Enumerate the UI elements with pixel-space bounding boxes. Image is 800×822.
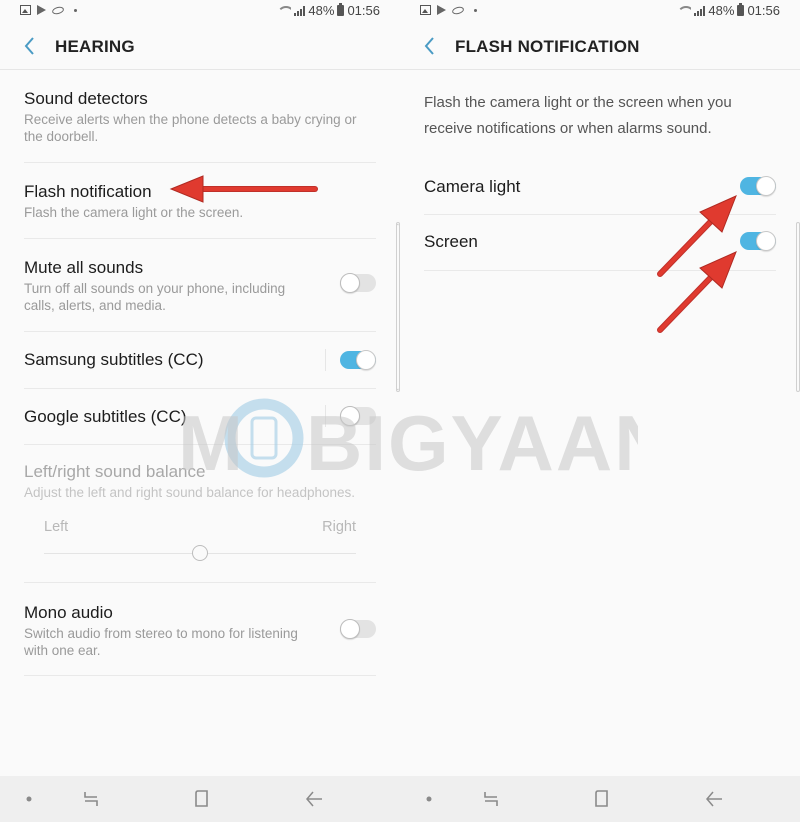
samsung-subtitles-item[interactable]: Samsung subtitles (CC): [24, 332, 376, 389]
item-title: Camera light: [424, 177, 521, 196]
clock: 01:56: [347, 3, 380, 18]
flash-notification-item[interactable]: Flash notification Flash the camera ligh…: [24, 163, 376, 239]
battery-percent: 48%: [308, 3, 335, 18]
item-title: Samsung subtitles (CC): [24, 350, 204, 369]
screen-item[interactable]: Screen: [424, 215, 776, 271]
back-icon: [306, 791, 322, 807]
back-icon: [706, 791, 722, 807]
google-subtitles-toggle[interactable]: [340, 406, 376, 426]
recents-button[interactable]: [480, 789, 502, 809]
signal-icon: [294, 5, 306, 16]
navigation-bar: [400, 776, 800, 822]
sync-loop-icon: [51, 5, 65, 15]
dot-icon: [426, 796, 432, 802]
item-subtitle: Receive alerts when the phone detects a …: [24, 112, 357, 144]
sync-loop-icon: [451, 5, 465, 15]
slider-left-label: Left: [44, 519, 69, 535]
sound-balance-item: Left/right sound balance Adjust the left…: [24, 445, 376, 583]
signal-icon: [694, 5, 706, 16]
edge-panel-handle-left: [396, 224, 399, 390]
item-title: Left/right sound balance: [24, 462, 206, 481]
google-subtitles-item[interactable]: Google subtitles (CC): [24, 389, 376, 445]
item-subtitle: Turn off all sounds on your phone, inclu…: [24, 281, 286, 313]
wifi-icon: [277, 5, 292, 16]
back-nav-button[interactable]: [703, 789, 725, 809]
recents-icon: [484, 792, 498, 806]
screen-toggle[interactable]: [740, 231, 776, 251]
edge-panel-handle[interactable]: [796, 222, 800, 392]
mute-all-sounds-item[interactable]: Mute all sounds Turn off all sounds on y…: [24, 239, 376, 332]
divider: [325, 405, 326, 427]
mono-audio-item[interactable]: Mono audio Switch audio from stereo to m…: [24, 583, 376, 676]
back-button[interactable]: [18, 34, 42, 58]
home-icon: [595, 790, 608, 807]
item-subtitle: Adjust the left and right sound balance …: [24, 485, 355, 500]
samsung-subtitles-toggle[interactable]: [340, 350, 376, 370]
nav-dot-button[interactable]: [18, 789, 40, 809]
more-dot-icon: [474, 8, 477, 12]
item-title: Screen: [424, 232, 478, 251]
item-subtitle: Switch audio from stereo to mono for lis…: [24, 626, 298, 658]
item-title: Google subtitles (CC): [24, 407, 187, 426]
flash-notification-description: Flash the camera light or the screen whe…: [424, 94, 732, 137]
item-title: Sound detectors: [24, 89, 148, 108]
hearing-screen: 48% 01:56 HEARING Sound detectors Receiv…: [0, 0, 400, 822]
flash-notification-screen: 48% 01:56 FLASH NOTIFICATION Flash the c…: [400, 0, 800, 822]
page-title: HEARING: [55, 37, 135, 56]
slider-thumb[interactable]: [192, 545, 208, 561]
back-nav-button[interactable]: [303, 789, 325, 809]
app-bar: HEARING: [0, 24, 400, 70]
nav-dot-button[interactable]: [418, 789, 440, 809]
play-store-icon: [437, 5, 446, 15]
camera-light-item[interactable]: Camera light: [424, 160, 776, 215]
chevron-left-icon: [424, 37, 434, 55]
recents-icon: [84, 792, 98, 806]
item-title: Flash notification: [24, 182, 152, 201]
flash-notification-list: Camera light Screen: [400, 160, 800, 271]
item-subtitle: Flash the camera light or the screen.: [24, 205, 244, 220]
play-store-icon: [37, 5, 46, 15]
clock: 01:56: [747, 3, 780, 18]
recents-button[interactable]: [80, 789, 102, 809]
item-title: Mono audio: [24, 603, 113, 622]
item-title: Mute all sounds: [24, 258, 144, 277]
battery-percent: 48%: [708, 3, 735, 18]
app-bar: FLASH NOTIFICATION: [400, 24, 800, 70]
home-button[interactable]: [191, 789, 213, 809]
back-button[interactable]: [418, 34, 442, 58]
more-dot-icon: [74, 8, 77, 12]
chevron-left-icon: [24, 37, 34, 55]
dot-icon: [26, 796, 32, 802]
status-bar: 48% 01:56: [400, 0, 800, 24]
page-title: FLASH NOTIFICATION: [455, 37, 640, 56]
wifi-icon: [677, 5, 692, 16]
navigation-bar: [0, 776, 400, 822]
gallery-icon: [20, 5, 31, 15]
mute-all-sounds-toggle[interactable]: [340, 273, 376, 293]
sound-balance-slider[interactable]: [44, 545, 356, 561]
battery-icon: [737, 3, 745, 16]
camera-light-toggle[interactable]: [740, 176, 776, 196]
status-bar: 48% 01:56: [0, 0, 400, 24]
home-icon: [195, 790, 208, 807]
battery-icon: [337, 3, 345, 16]
gallery-icon: [420, 5, 431, 15]
hearing-settings-list: Sound detectors Receive alerts when the …: [0, 70, 400, 676]
slider-right-label: Right: [322, 519, 356, 535]
mono-audio-toggle[interactable]: [340, 619, 376, 639]
divider: [325, 349, 326, 371]
sound-detectors-item[interactable]: Sound detectors Receive alerts when the …: [24, 70, 376, 163]
home-button[interactable]: [591, 789, 613, 809]
